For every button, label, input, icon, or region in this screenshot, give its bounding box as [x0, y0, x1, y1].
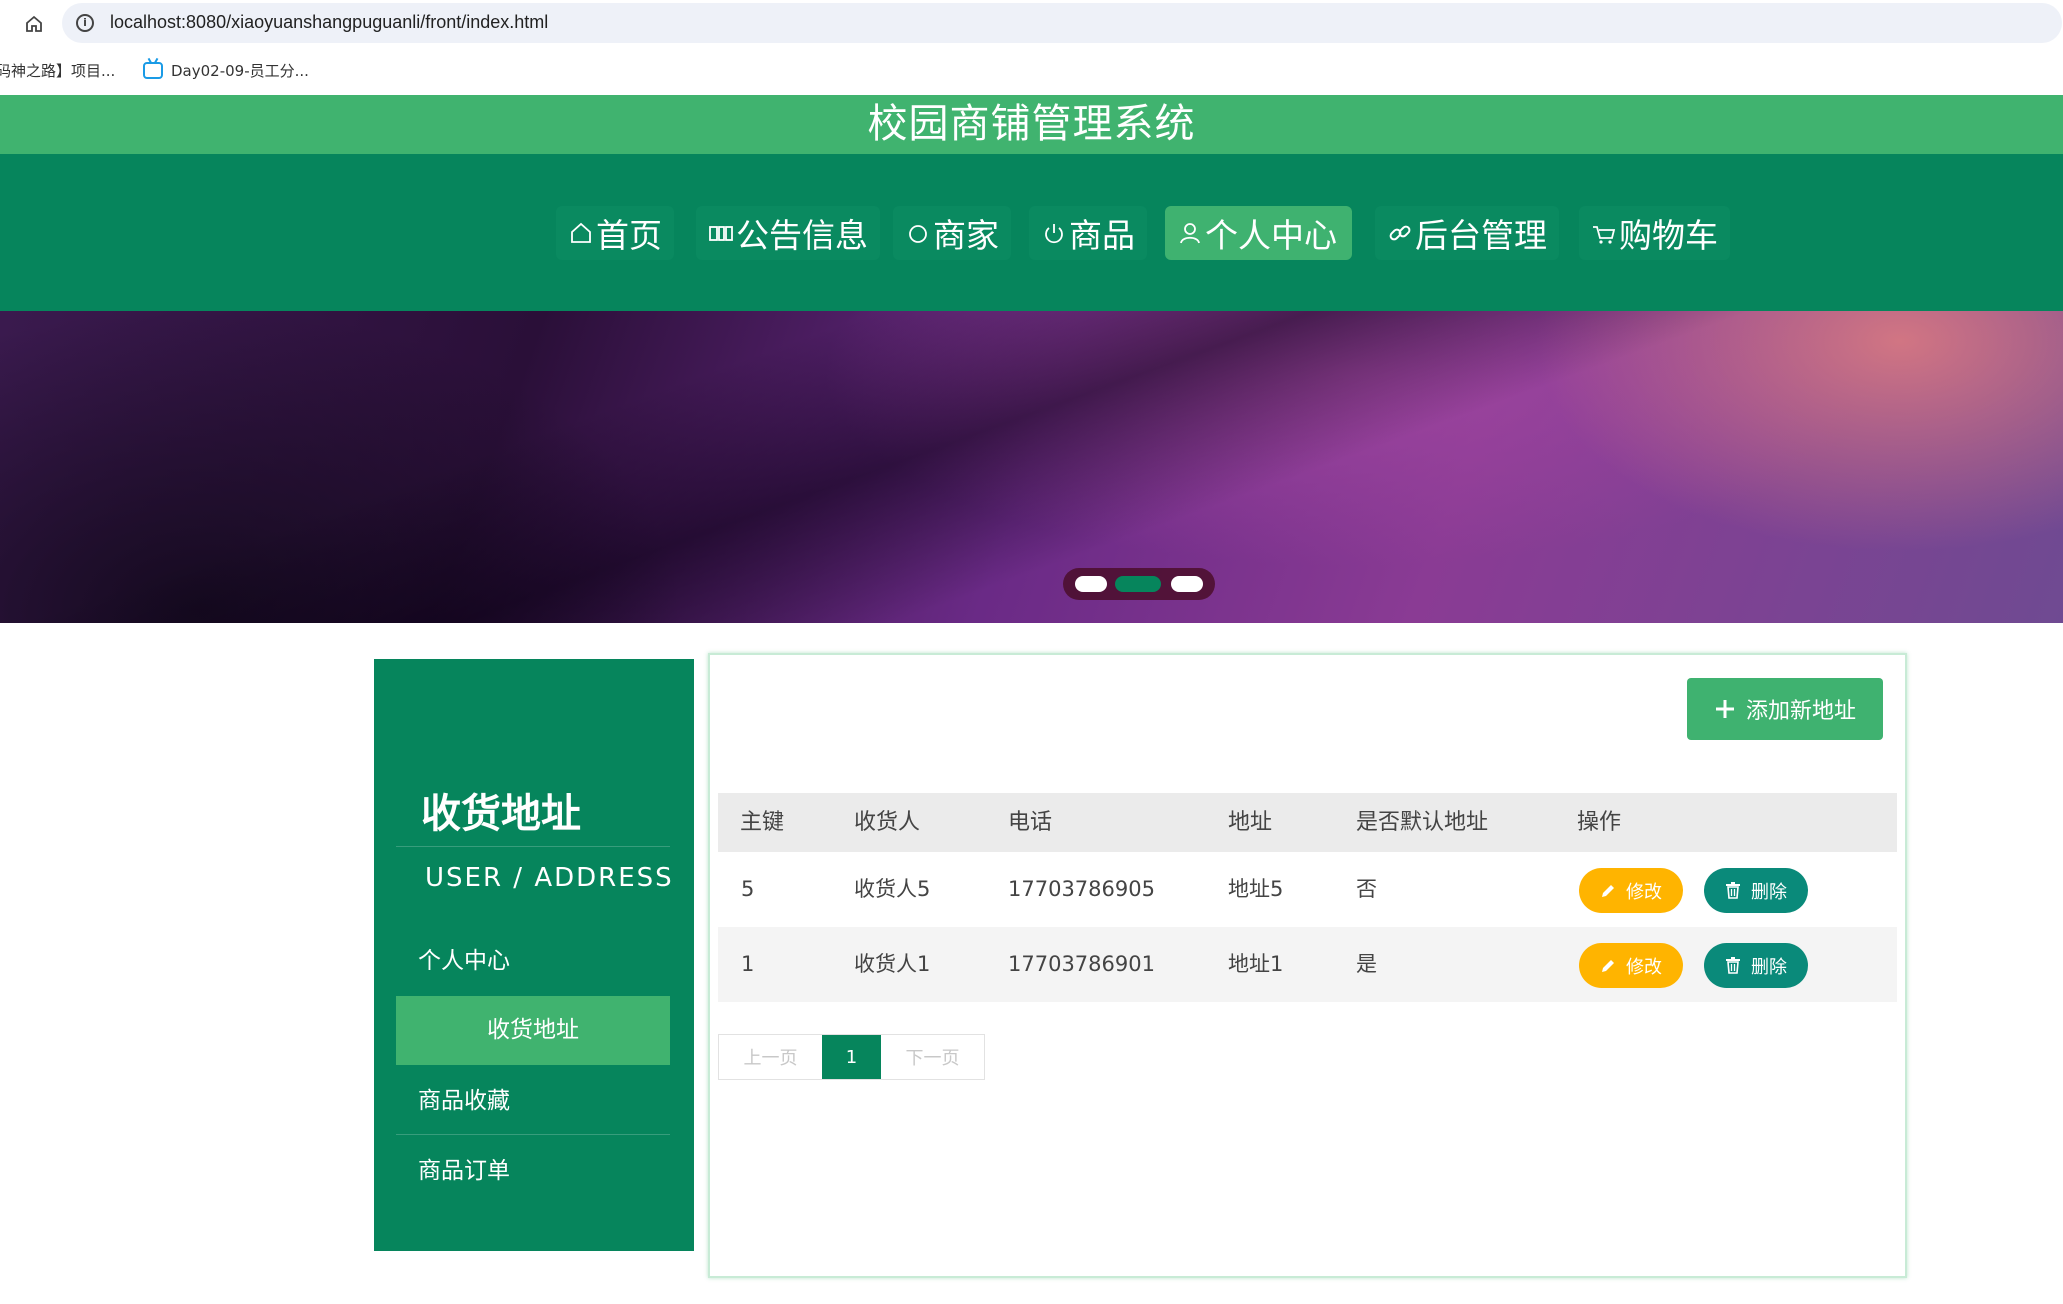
cell-default: 否 [1356, 877, 1377, 901]
carousel-dot-active[interactable] [1115, 576, 1161, 592]
nav-label: 商品 [1069, 216, 1135, 255]
divider [396, 1134, 670, 1135]
plus-icon [1715, 700, 1734, 718]
delete-label: 删除 [1751, 881, 1787, 903]
trash-icon [1726, 882, 1740, 899]
cell-default: 是 [1356, 952, 1377, 976]
divider [396, 846, 670, 847]
next-page-button[interactable]: 下一页 [881, 1035, 984, 1079]
column-header: 电话 [1008, 810, 1053, 835]
nav-label: 首页 [596, 216, 662, 255]
column-header: 地址 [1228, 810, 1273, 835]
nav-item-merchant[interactable]: 商家 [893, 206, 1011, 260]
trash-icon [1726, 957, 1740, 974]
home-icon [571, 222, 591, 243]
banner-carousel[interactable] [0, 311, 2063, 623]
carousel-dot[interactable] [1075, 576, 1107, 592]
table-row: 5 收货人5 17703786905 地址5 否 修改 删除 [718, 852, 1897, 927]
browser-home-button[interactable] [20, 10, 48, 38]
pencil-icon [1602, 884, 1614, 897]
edit-button[interactable]: 修改 [1579, 868, 1683, 913]
bilibili-icon [143, 62, 163, 79]
cell-phone: 17703786905 [1008, 877, 1155, 901]
cell-address: 地址1 [1228, 952, 1284, 976]
nav-item-user-center[interactable]: 个人中心 [1165, 206, 1352, 260]
browser-toolbar: i localhost:8080/xiaoyuanshangpuguanli/f… [0, 0, 2063, 48]
nav-item-admin[interactable]: 后台管理 [1375, 206, 1559, 260]
bookmark-label: 码神之路】项目... [0, 62, 116, 80]
carousel-indicators [1063, 568, 1215, 600]
bookmark-item[interactable]: Day02-09-员工分... [143, 60, 309, 81]
edit-label: 修改 [1626, 956, 1662, 978]
sidebar-item-orders[interactable]: 商品订单 [396, 1137, 670, 1206]
cell-id: 5 [741, 877, 755, 901]
address-bar[interactable]: i localhost:8080/xiaoyuanshangpuguanli/f… [62, 3, 2062, 43]
table-row: 1 收货人1 17703786901 地址1 是 修改 删除 [718, 927, 1897, 1002]
carousel-dot[interactable] [1171, 576, 1203, 592]
nav-label: 商家 [933, 216, 999, 255]
column-header: 收货人 [854, 810, 921, 835]
sidebar-subtitle: USER / ADDRESS [425, 863, 674, 893]
cell-name: 收货人5 [854, 877, 931, 901]
nav-item-notice[interactable]: 公告信息 [696, 206, 880, 260]
pagination: 上一页 1 下一页 [718, 1034, 985, 1080]
nav-label: 个人中心 [1205, 216, 1337, 255]
sidebar-item-favorites[interactable]: 商品收藏 [396, 1067, 670, 1136]
sidebar-item-user-center[interactable]: 个人中心 [396, 927, 670, 996]
column-header: 是否默认地址 [1356, 810, 1489, 835]
bookmarks-bar: 码神之路】项目... Day02-09-员工分... [0, 50, 2063, 90]
delete-button[interactable]: 删除 [1704, 943, 1808, 988]
cell-id: 1 [741, 952, 755, 976]
nav-label: 后台管理 [1415, 216, 1547, 255]
bookmark-label: Day02-09-员工分... [171, 62, 309, 80]
notice-icon [709, 226, 733, 241]
power-icon [1045, 224, 1063, 244]
home-icon [26, 15, 42, 32]
main-nav: 首页 公告信息 商家 商品 个人中心 后台管理 购物车 [0, 154, 2063, 311]
bookmark-item[interactable]: 码神之路】项目... [0, 60, 115, 81]
column-header: 操作 [1577, 810, 1622, 835]
site-header: 校园商铺管理系统 [0, 95, 2063, 154]
edit-label: 修改 [1626, 881, 1662, 903]
delete-button[interactable]: 删除 [1704, 868, 1808, 913]
cell-phone: 17703786901 [1008, 952, 1155, 976]
circle-icon [909, 225, 927, 243]
url-text: localhost:8080/xiaoyuanshangpuguanli/fro… [110, 12, 549, 32]
nav-item-home[interactable]: 首页 [556, 206, 674, 260]
banner-image [0, 311, 2063, 623]
nav-item-cart[interactable]: 购物车 [1579, 206, 1730, 260]
site-info-icon[interactable]: i [76, 14, 94, 32]
page-number-current[interactable]: 1 [822, 1035, 881, 1079]
cell-address: 地址5 [1228, 877, 1284, 901]
prev-page-button[interactable]: 上一页 [719, 1035, 822, 1079]
edit-button[interactable]: 修改 [1579, 943, 1683, 988]
cart-icon [1593, 226, 1616, 244]
nav-label: 公告信息 [736, 216, 868, 255]
sidebar-item-address[interactable]: 收货地址 [396, 996, 670, 1065]
cell-name: 收货人1 [854, 952, 931, 976]
sidebar-title: 收货地址 [421, 791, 581, 837]
column-header: 主键 [740, 810, 785, 835]
link-icon [1389, 225, 1411, 241]
add-address-button[interactable]: 添加新地址 [1687, 678, 1883, 740]
table-header: 主键 收货人 电话 地址 是否默认地址 操作 [718, 793, 1897, 852]
user-icon [1180, 223, 1200, 244]
nav-label: 购物车 [1619, 216, 1718, 255]
nav-item-goods[interactable]: 商品 [1029, 206, 1147, 260]
add-address-label: 添加新地址 [1745, 699, 1856, 724]
site-title: 校园商铺管理系统 [867, 101, 1196, 147]
delete-label: 删除 [1751, 956, 1787, 978]
pencil-icon [1602, 959, 1614, 972]
sidebar: 收货地址 USER / ADDRESS 个人中心 收货地址 商品收藏 商品订单 [374, 659, 694, 1251]
